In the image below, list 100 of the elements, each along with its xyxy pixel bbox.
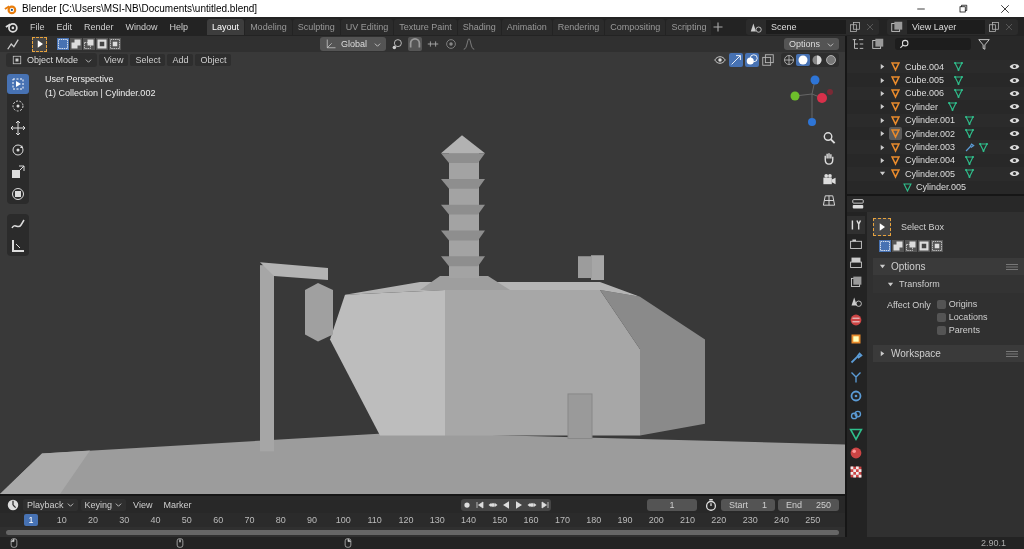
- object-icon[interactable]: [889, 153, 902, 167]
- stopwatch-icon[interactable]: [703, 497, 718, 512]
- selection-mode-icon[interactable]: [905, 240, 917, 252]
- object-icon[interactable]: [889, 127, 902, 141]
- outliner-item[interactable]: Cube.006: [905, 88, 945, 99]
- mesh-data-icon[interactable]: [947, 101, 958, 113]
- viewport-menu[interactable]: Add: [167, 54, 194, 66]
- mesh-data-icon[interactable]: [964, 168, 976, 180]
- expand-arrow-icon[interactable]: [879, 350, 886, 357]
- scene-field[interactable]: Scene: [766, 19, 846, 34]
- menu-item[interactable]: Window: [120, 21, 163, 32]
- selection-mode-icon[interactable]: [70, 38, 82, 50]
- object-icon[interactable]: [889, 60, 902, 74]
- selection-mode-icon[interactable]: [931, 240, 943, 252]
- outliner-item[interactable]: Cylinder.001: [905, 115, 956, 126]
- shading-mode-icon[interactable]: [824, 54, 838, 66]
- outliner-item[interactable]: Cylinder.004: [905, 155, 956, 166]
- expand-arrow-icon[interactable]: [879, 103, 886, 111]
- timeline-menu[interactable]: Playback: [23, 498, 78, 511]
- viewport-menu[interactable]: Object: [195, 54, 232, 66]
- timeline-menu[interactable]: View: [129, 498, 157, 511]
- workspace-tab[interactable]: UV Editing: [340, 18, 394, 35]
- workspace-tab[interactable]: Modeling: [245, 18, 292, 35]
- object-icon[interactable]: [889, 140, 902, 154]
- start-frame-field[interactable]: Start 1: [720, 498, 775, 511]
- menu-item[interactable]: File: [25, 21, 50, 32]
- copy-icon[interactable]: [849, 20, 861, 33]
- outliner-item[interactable]: Cylinder.005: [905, 168, 956, 179]
- jump-end-icon[interactable]: [539, 498, 552, 511]
- menu-item[interactable]: Edit: [51, 21, 78, 32]
- menu-item[interactable]: Render: [79, 21, 119, 32]
- select-tool-icon[interactable]: [873, 218, 891, 236]
- mesh-data-icon[interactable]: [978, 141, 990, 153]
- collapse-arrow-icon[interactable]: [879, 170, 886, 178]
- selection-mode-icon[interactable]: [83, 38, 95, 50]
- add-workspace-icon[interactable]: [712, 20, 725, 33]
- outliner-item[interactable]: Cube.004: [905, 61, 945, 72]
- grid-icon[interactable]: [821, 193, 837, 208]
- checkbox[interactable]: [936, 312, 946, 322]
- orientation-dropdown[interactable]: Global: [319, 37, 386, 51]
- selection-mode-icon[interactable]: [918, 240, 930, 252]
- viewport-menu[interactable]: View: [99, 54, 129, 66]
- checkbox[interactable]: [936, 299, 946, 309]
- display-mode-icon[interactable]: [871, 37, 885, 51]
- mesh-data-icon[interactable]: [953, 61, 965, 73]
- selection-mode-icon[interactable]: [109, 38, 121, 50]
- workspace-tab[interactable]: Sculpting: [292, 18, 340, 35]
- mesh-data-icon[interactable]: [964, 114, 976, 126]
- outliner-item[interactable]: Cylinder: [905, 101, 938, 112]
- outliner-item[interactable]: Cylinder.002: [905, 128, 956, 139]
- checkbox[interactable]: [936, 325, 946, 335]
- copy-icon[interactable]: [988, 20, 1000, 33]
- menu-item[interactable]: Help: [164, 21, 194, 32]
- search-field[interactable]: [895, 38, 971, 50]
- editor-type-icon[interactable]: [6, 37, 20, 51]
- options-dropdown[interactable]: Options: [783, 38, 839, 50]
- selection-mode-icon[interactable]: [96, 38, 108, 50]
- current-frame-field[interactable]: 1: [646, 498, 697, 511]
- proportional-edit-icon[interactable]: [443, 37, 458, 51]
- workspace-tab[interactable]: Compositing: [605, 18, 666, 35]
- wrench-icon[interactable]: [964, 141, 976, 153]
- current-frame-marker[interactable]: 1: [24, 514, 38, 526]
- workspace-tab[interactable]: Layout: [207, 18, 245, 35]
- workspace-tab[interactable]: Rendering: [552, 18, 605, 35]
- overlays-icon[interactable]: [745, 53, 759, 67]
- expand-arrow-icon[interactable]: [879, 89, 886, 97]
- workspace-tab[interactable]: Scripting: [666, 18, 712, 35]
- mesh-data-icon[interactable]: [964, 154, 976, 166]
- close-icon[interactable]: [999, 2, 1011, 15]
- selection-mode-icon[interactable]: [892, 240, 904, 252]
- expand-arrow-icon[interactable]: [879, 143, 886, 151]
- outliner-item[interactable]: Cube.005: [905, 75, 945, 86]
- workspace-tab[interactable]: Texture Paint: [394, 18, 457, 35]
- shading-mode-icon[interactable]: [810, 54, 824, 66]
- timeline-menu[interactable]: Marker: [159, 498, 196, 511]
- view-layer-field[interactable]: View Layer: [907, 19, 985, 34]
- shading-mode-icon[interactable]: [796, 54, 810, 66]
- shading-mode-icon[interactable]: [782, 54, 796, 66]
- camera-icon[interactable]: [821, 172, 837, 187]
- outliner-item[interactable]: Cylinder.003: [905, 142, 956, 153]
- falloff-icon[interactable]: [461, 37, 476, 51]
- object-icon[interactable]: [889, 100, 902, 114]
- zoom-icon[interactable]: [821, 130, 837, 145]
- mesh-data-icon[interactable]: [964, 128, 976, 140]
- object-icon[interactable]: [889, 113, 902, 127]
- drag-handle-icon[interactable]: [1006, 262, 1018, 271]
- collapse-arrow-icon[interactable]: [887, 280, 894, 288]
- timeline-scrollbar[interactable]: [6, 529, 839, 535]
- collapse-arrow-icon[interactable]: [879, 263, 886, 270]
- object-icon[interactable]: [889, 86, 902, 100]
- workspace-tab[interactable]: Animation: [501, 18, 552, 35]
- tool-tab-icon[interactable]: [847, 216, 865, 234]
- object-icon[interactable]: [889, 167, 902, 181]
- expand-arrow-icon[interactable]: [879, 156, 886, 164]
- expand-arrow-icon[interactable]: [879, 116, 886, 124]
- mesh-data-icon[interactable]: [902, 181, 913, 193]
- object-icon[interactable]: [889, 73, 902, 87]
- jump-start-icon[interactable]: [474, 498, 487, 511]
- drag-handle-icon[interactable]: [1006, 349, 1018, 358]
- gizmo-toggle-icon[interactable]: [729, 53, 743, 67]
